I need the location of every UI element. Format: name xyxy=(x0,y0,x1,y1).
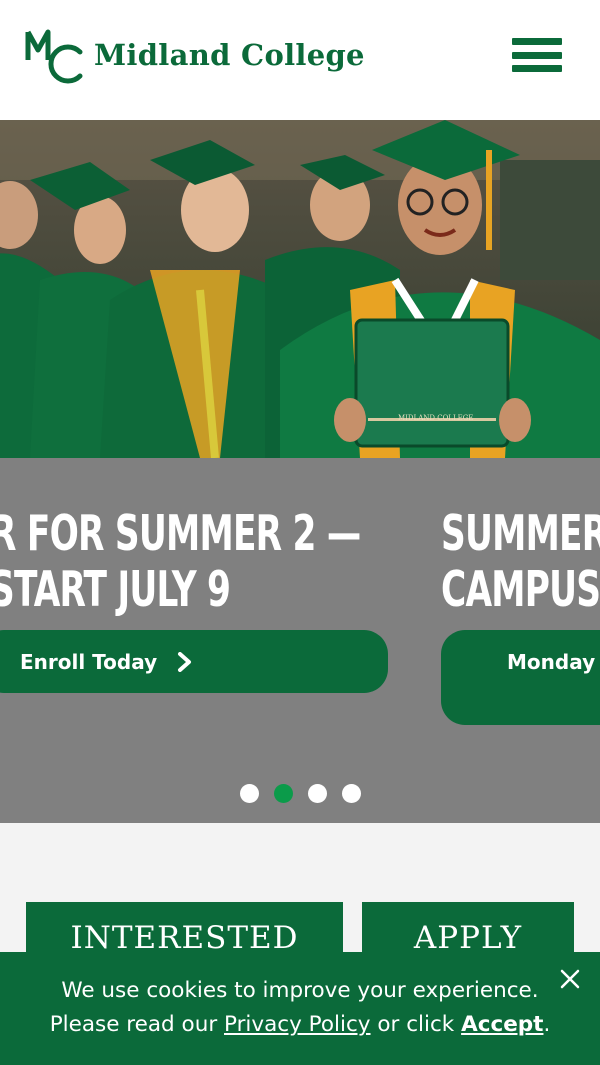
hero-carousel: R FOR SUMMER 2 — START JULY 9 Enroll Tod… xyxy=(0,458,600,823)
graduation-photo: MIDLAND COLLEGE xyxy=(0,120,600,458)
carousel-dots xyxy=(0,784,600,804)
enroll-today-label: Enroll Today xyxy=(20,649,158,674)
cookie-line2-prefix: Please read our xyxy=(49,1012,224,1037)
cookie-line2-suffix: . xyxy=(543,1012,551,1037)
carousel-dot-active[interactable] xyxy=(273,784,293,803)
slide-title-line1: R FOR SUMMER 2 — xyxy=(0,505,361,562)
cookie-message-line1: We use cookies to improve your experienc… xyxy=(61,978,539,1003)
mc-monogram-icon xyxy=(25,29,83,84)
slide-next-title-line2: CAMPUS xyxy=(441,561,600,618)
logo-text: Midland College xyxy=(94,38,365,72)
hamburger-menu-icon[interactable] xyxy=(512,38,562,76)
cookie-message-line2: Please read our Privacy Policy or click … xyxy=(0,1012,600,1037)
site-logo[interactable]: Midland College xyxy=(24,26,365,84)
enroll-today-button[interactable]: Enroll Today xyxy=(0,630,388,693)
slide-title-line2: START JULY 9 xyxy=(0,561,231,618)
carousel-dot[interactable] xyxy=(307,784,327,803)
diploma-text: MIDLAND COLLEGE xyxy=(398,414,473,422)
carousel-dot[interactable] xyxy=(239,784,259,803)
close-icon[interactable] xyxy=(558,967,582,991)
site-header: Midland College xyxy=(0,0,600,120)
chevron-right-icon xyxy=(178,651,192,672)
slide-title: R FOR SUMMER 2 — START JULY 9 xyxy=(0,505,361,618)
cookie-banner: We use cookies to improve your experienc… xyxy=(0,952,600,1065)
slide-next-title-line1: SUMMER I xyxy=(441,505,600,562)
slide-title-next: SUMMER I CAMPUS xyxy=(441,506,600,618)
carousel-dot[interactable] xyxy=(341,784,361,803)
accept-link[interactable]: Accept xyxy=(461,1012,543,1037)
hero-image: MIDLAND COLLEGE xyxy=(0,120,600,458)
cookie-line2-middle: or click xyxy=(370,1012,462,1037)
monday-label: Monday xyxy=(507,650,596,674)
privacy-policy-link[interactable]: Privacy Policy xyxy=(224,1012,371,1037)
monday-button[interactable]: Monday xyxy=(441,630,600,725)
